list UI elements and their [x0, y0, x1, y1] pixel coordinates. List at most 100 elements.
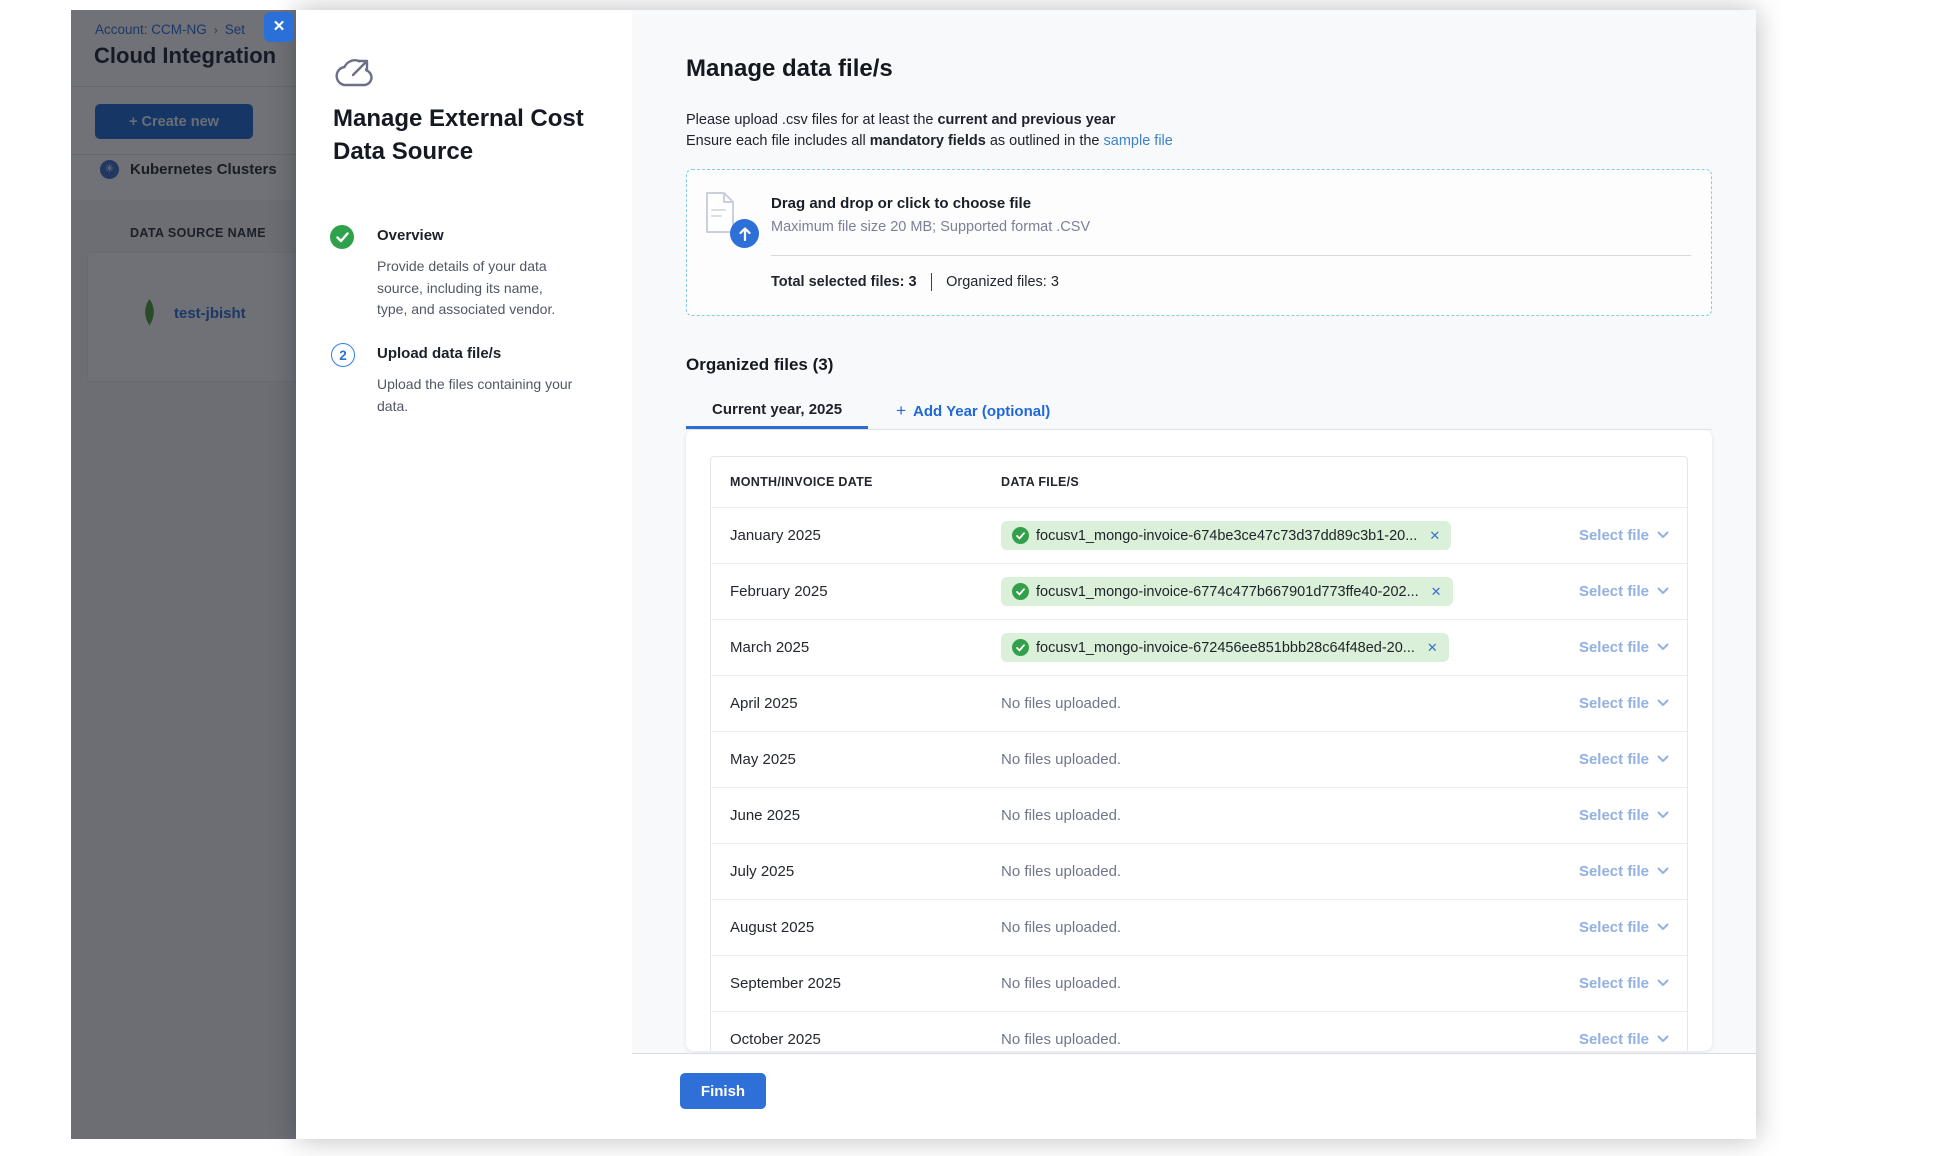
file-name: focusv1_mongo-invoice-6774c477b667901d77…: [1036, 584, 1419, 600]
file-dropzone[interactable]: Drag and drop or click to choose file Ma…: [686, 169, 1712, 316]
file-success-check-icon: [1012, 527, 1029, 544]
dropzone-title: Drag and drop or click to choose file: [771, 195, 1031, 212]
organized-files-heading: Organized files (3): [686, 355, 1712, 375]
file-cell: No files uploaded.: [1001, 919, 1537, 937]
remove-file-icon[interactable]: ✕: [1429, 528, 1440, 544]
month-cell: July 2025: [711, 863, 1001, 880]
add-year-label: Add Year (optional): [913, 403, 1050, 420]
chevron-down-icon: [1657, 587, 1669, 595]
select-file-label: Select file: [1579, 527, 1649, 544]
main-title: Manage data file/s: [686, 55, 1712, 83]
select-file-label: Select file: [1579, 919, 1649, 936]
no-files-text: No files uploaded.: [1001, 751, 1121, 768]
chevron-down-icon: [1657, 755, 1669, 763]
select-file-button[interactable]: Select file: [1579, 1031, 1669, 1048]
select-file-label: Select file: [1579, 975, 1649, 992]
file-cell: No files uploaded.: [1001, 1031, 1537, 1049]
select-file-button[interactable]: Select file: [1579, 583, 1669, 600]
step-complete-check-icon: [330, 225, 354, 249]
sample-file-link[interactable]: sample file: [1104, 133, 1173, 149]
file-cell: No files uploaded.: [1001, 863, 1537, 881]
year-tabs: Current year, 2025 + Add Year (optional): [686, 393, 1712, 430]
drawer-title: Manage External Cost Data Source: [333, 102, 595, 168]
total-selected-files: Total selected files: 3: [771, 274, 917, 290]
month-cell: August 2025: [711, 919, 1001, 936]
uploaded-file-chip: focusv1_mongo-invoice-674be3ce47c73d37dd…: [1001, 521, 1451, 550]
no-files-text: No files uploaded.: [1001, 807, 1121, 824]
upload-file-icon: [704, 191, 766, 249]
step-upload-label[interactable]: Upload data file/s: [377, 345, 501, 362]
counts-separator: [931, 273, 933, 291]
month-cell: June 2025: [711, 807, 1001, 824]
month-cell: February 2025: [711, 583, 1001, 600]
add-year-button[interactable]: + Add Year (optional): [896, 393, 1050, 429]
select-file-label: Select file: [1579, 863, 1649, 880]
file-cell: No files uploaded.: [1001, 975, 1537, 993]
file-success-check-icon: [1012, 639, 1029, 656]
month-file-table: MONTH/INVOICE DATE DATA FILE/S January 2…: [710, 456, 1688, 1051]
file-cell: No files uploaded.: [1001, 695, 1537, 713]
no-files-text: No files uploaded.: [1001, 919, 1121, 936]
chevron-down-icon: [1657, 867, 1669, 875]
file-cell: focusv1_mongo-invoice-6774c477b667901d77…: [1001, 577, 1537, 606]
file-name: focusv1_mongo-invoice-672456ee851bbb28c6…: [1036, 640, 1415, 656]
organized-files-card: MONTH/INVOICE DATE DATA FILE/S January 2…: [686, 430, 1712, 1051]
month-cell: January 2025: [711, 527, 1001, 544]
step-overview-label[interactable]: Overview: [377, 227, 444, 244]
select-file-button[interactable]: Select file: [1579, 975, 1669, 992]
screen: Account: CCM-NG›Set Cloud Integration + …: [0, 0, 1934, 1156]
step-overview-description: Provide details of your data source, inc…: [377, 256, 573, 321]
drawer-footer: Finish: [632, 1053, 1756, 1139]
chevron-down-icon: [1657, 923, 1669, 931]
select-file-button[interactable]: Select file: [1579, 639, 1669, 656]
table-row: October 2025 No files uploaded. Select f…: [711, 1011, 1687, 1051]
month-cell: April 2025: [711, 695, 1001, 712]
table-row: June 2025 No files uploaded. Select file: [711, 787, 1687, 843]
file-cell: focusv1_mongo-invoice-674be3ce47c73d37dd…: [1001, 521, 1537, 550]
close-icon[interactable]: ✕: [264, 12, 294, 42]
select-file-label: Select file: [1579, 695, 1649, 712]
select-file-label: Select file: [1579, 807, 1649, 824]
column-header-month: MONTH/INVOICE DATE: [711, 475, 1001, 489]
no-files-text: No files uploaded.: [1001, 863, 1121, 880]
chevron-down-icon: [1657, 811, 1669, 819]
table-row: July 2025 No files uploaded. Select file: [711, 843, 1687, 899]
chevron-down-icon: [1657, 699, 1669, 707]
chevron-down-icon: [1657, 643, 1669, 651]
table-header-row: MONTH/INVOICE DATE DATA FILE/S: [711, 457, 1687, 507]
file-cell: No files uploaded.: [1001, 807, 1537, 825]
chevron-down-icon: [1657, 531, 1669, 539]
upload-step-panel: Manage data file/s Please upload .csv fi…: [632, 10, 1756, 1139]
modal-dim-overlay: [71, 10, 296, 1139]
table-row: March 2025 focusv1_mongo-invoice-672456e…: [711, 619, 1687, 675]
no-files-text: No files uploaded.: [1001, 1031, 1121, 1048]
table-row: September 2025 No files uploaded. Select…: [711, 955, 1687, 1011]
remove-file-icon[interactable]: ✕: [1427, 640, 1438, 656]
chevron-down-icon: [1657, 1035, 1669, 1043]
uploaded-file-chip: focusv1_mongo-invoice-672456ee851bbb28c6…: [1001, 633, 1449, 662]
select-file-button[interactable]: Select file: [1579, 751, 1669, 768]
month-cell: September 2025: [711, 975, 1001, 992]
table-row: April 2025 No files uploaded. Select fil…: [711, 675, 1687, 731]
select-file-button[interactable]: Select file: [1579, 863, 1669, 880]
column-header-datafile: DATA FILE/S: [1001, 475, 1537, 489]
select-file-button[interactable]: Select file: [1579, 527, 1669, 544]
chevron-down-icon: [1657, 979, 1669, 987]
stepper-panel: Manage External Cost Data Source Overvie…: [296, 10, 632, 1139]
dropzone-subtitle: Maximum file size 20 MB; Supported forma…: [771, 219, 1090, 235]
tab-current-year[interactable]: Current year, 2025: [686, 393, 868, 429]
month-table-body: January 2025 focusv1_mongo-invoice-674be…: [711, 507, 1687, 1051]
organized-files-count: Organized files: 3: [946, 274, 1059, 290]
select-file-button[interactable]: Select file: [1579, 695, 1669, 712]
finish-button[interactable]: Finish: [680, 1073, 766, 1109]
dropzone-divider: [771, 255, 1691, 256]
file-cell: focusv1_mongo-invoice-672456ee851bbb28c6…: [1001, 633, 1537, 662]
select-file-button[interactable]: Select file: [1579, 807, 1669, 824]
table-row: February 2025 focusv1_mongo-invoice-6774…: [711, 563, 1687, 619]
background-page: Account: CCM-NG›Set Cloud Integration + …: [71, 10, 296, 1139]
select-file-button[interactable]: Select file: [1579, 919, 1669, 936]
no-files-text: No files uploaded.: [1001, 975, 1121, 992]
upload-arrow-icon: [730, 219, 759, 248]
remove-file-icon[interactable]: ✕: [1431, 584, 1442, 600]
select-file-label: Select file: [1579, 583, 1649, 600]
